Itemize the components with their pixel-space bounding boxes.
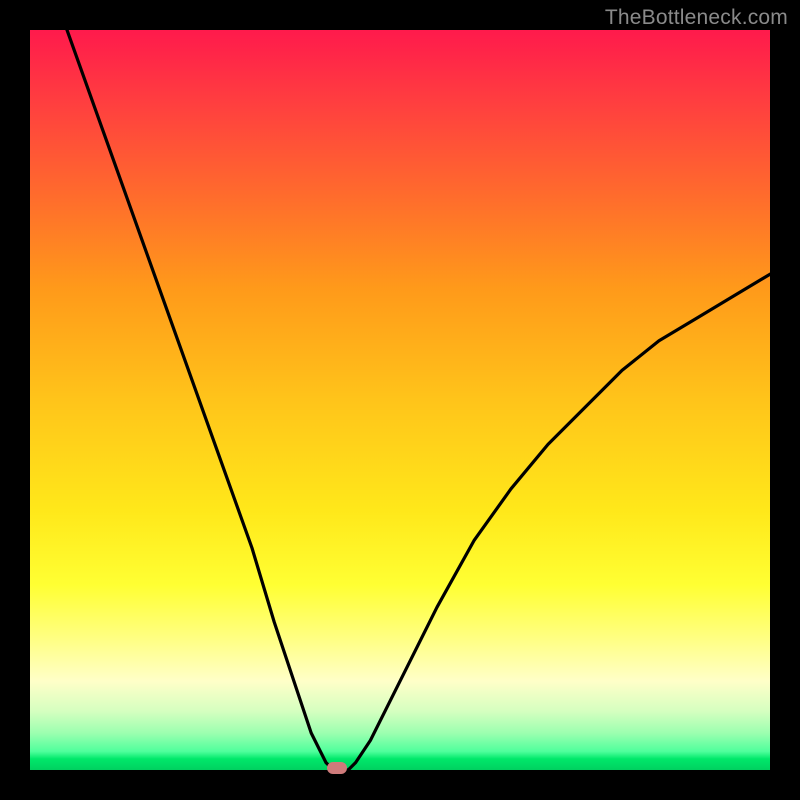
optimal-point-marker (327, 762, 347, 774)
chart-frame: TheBottleneck.com (0, 0, 800, 800)
plot-area (30, 30, 770, 770)
watermark-text: TheBottleneck.com (605, 6, 788, 30)
bottleneck-curve (30, 30, 770, 770)
